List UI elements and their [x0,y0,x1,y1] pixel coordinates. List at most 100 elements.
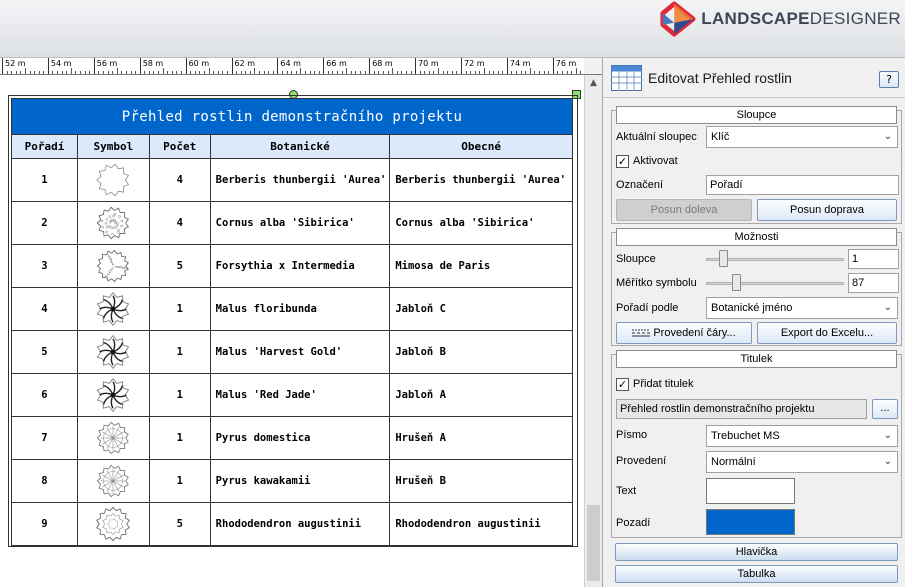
ruler-minor-tick [396,71,398,74]
ruler-minor-tick [194,71,196,74]
table-row: 7 1 Pyrus domestica Hrušeň A [11,416,573,460]
ruler-tick: 72 m [461,58,485,74]
text-color-label: Text [616,485,637,497]
ruler-minor-tick [61,71,63,74]
scroll-thumb[interactable] [587,505,600,581]
common-name-cell: Jabloň A [389,373,573,417]
top-ribbon: LANDSCAPEDESIGNER [0,0,905,58]
count-cell: 1 [148,373,211,417]
ruler-tick: 68 m [369,58,393,74]
line-style-button[interactable]: Provedení čáry... [616,322,752,344]
column-header-symbol: Symbol [76,134,150,159]
ruler-tick: 52 m [2,58,26,74]
style-select[interactable]: Normální ⌄ [706,451,898,473]
columns-count-input[interactable]: 1 [848,249,899,269]
botanical-name-cell: Rhododendron augustinii [209,502,391,546]
symbol-scale-slider-thumb[interactable] [732,274,742,291]
columns-group: Sloupce Aktuální sloupec Klíč ⌄ ✓ Aktivo… [611,106,902,224]
line-style-icon [632,329,651,337]
ruler-tick-label: 74 m [509,59,531,68]
ruler-minor-tick [314,71,316,74]
sort-by-value: Botanické jméno [711,302,793,314]
ruler-tick: 58 m [139,58,163,74]
add-title-checkbox[interactable]: ✓ [616,378,629,391]
column-header-count: Počet [148,134,211,159]
ruler-minor-tick [387,71,389,74]
botanical-name-cell: Malus 'Red Jade' [209,373,391,417]
table-title-row: Přehled rostlin demonstračního projektu [11,98,573,135]
order-cell: 2 [11,201,78,245]
text-color-swatch[interactable] [706,478,795,504]
columns-group-header[interactable]: Sloupce [616,106,897,124]
font-select[interactable]: Trebuchet MS ⌄ [706,425,898,447]
ruler-minor-tick [199,71,201,74]
designation-input[interactable]: Pořadí [706,175,899,195]
tree-trunk-plant-icon [97,291,130,327]
ruler-minor-tick [222,71,224,74]
ruler-minor-tick [350,71,352,74]
ruler-minor-tick [373,71,375,74]
ruler-minor-tick [442,71,444,74]
ruler-minor-tick [433,71,435,74]
ruler-minor-tick [539,71,541,74]
ruler-minor-tick [355,71,357,74]
help-button[interactable]: ? [879,71,899,88]
move-left-button[interactable]: Posun doleva [616,199,752,221]
botanical-name-cell: Berberis thunbergii 'Aurea' [209,158,391,202]
header-section-button[interactable]: Hlavička [615,543,898,561]
sort-by-select[interactable]: Botanické jméno ⌄ [706,297,898,319]
panel-header: Editovat Přehled rostlin ? [603,58,905,98]
title-browse-button[interactable]: ... [872,399,898,419]
ruler-minor-tick [70,68,72,74]
ruler-minor-tick [80,71,82,74]
title-text-input[interactable]: Přehled rostlin demonstračního projektu [616,399,867,419]
symbol-cell [76,416,150,460]
options-group-header[interactable]: Možnosti [616,228,897,246]
ruler-minor-tick [520,71,522,74]
title-group-header[interactable]: Titulek [616,350,897,368]
chevron-down-icon: ⌄ [883,131,892,142]
ruler-minor-tick [341,71,343,74]
drawing-canvas[interactable]: Přehled rostlin demonstračního projektu … [0,75,584,587]
background-color-swatch[interactable] [706,509,795,535]
ruler-minor-tick [295,71,297,74]
current-column-select[interactable]: Klíč ⌄ [706,126,898,148]
table-row: 8 1 Pyrus kawakamii Hrušeň B [11,459,573,503]
move-right-button[interactable]: Posun doprava [757,199,897,221]
export-excel-button[interactable]: Export do Excelu... [757,322,897,344]
botanical-name-cell: Forsythia x Intermedia [209,244,391,288]
columns-slider-thumb[interactable] [718,250,728,267]
symbol-cell [76,330,150,374]
table-row: 1 4 Berberis thunbergii 'Aurea' Berberis th… [11,158,573,202]
ruler-minor-tick [364,71,366,74]
order-cell: 8 [11,459,78,503]
ruler-minor-tick [502,71,504,74]
common-name-cell: Jabloň B [389,330,573,374]
ruler-minor-tick [493,71,495,74]
symbol-scale-slider-track[interactable] [706,282,844,285]
symbol-cell [76,158,150,202]
count-cell: 1 [148,416,211,460]
order-cell: 5 [11,330,78,374]
ruler-minor-tick [534,71,536,74]
sort-by-label: Pořadí podle [616,302,679,314]
ruler-minor-tick [240,71,242,74]
common-name-cell: Hrušeň A [389,416,573,460]
plant-table-object[interactable]: Přehled rostlin demonstračního projektu … [8,95,578,547]
botanical-name-cell: Malus floribunda [209,287,391,331]
shrub-dotted-plant-icon [96,206,130,240]
ruler-minor-tick [121,71,123,74]
symbol-cell [76,244,150,288]
vertical-scrollbar[interactable]: ▲ [584,75,602,587]
ruler-minor-tick [337,71,339,74]
ruler-minor-tick [346,68,348,74]
ruler-minor-tick [332,71,334,74]
symbol-scale-input[interactable]: 87 [848,273,899,293]
brand-name: LANDSCAPEDESIGNER [701,9,901,28]
table-section-button[interactable]: Tabulka [615,565,898,583]
activate-checkbox[interactable]: ✓ [616,155,629,168]
scroll-up-icon[interactable]: ▲ [585,75,602,92]
ruler-tick-label: 72 m [464,59,485,68]
ruler-minor-tick [245,71,247,74]
ruler-tick-label: 64 m [280,59,301,68]
